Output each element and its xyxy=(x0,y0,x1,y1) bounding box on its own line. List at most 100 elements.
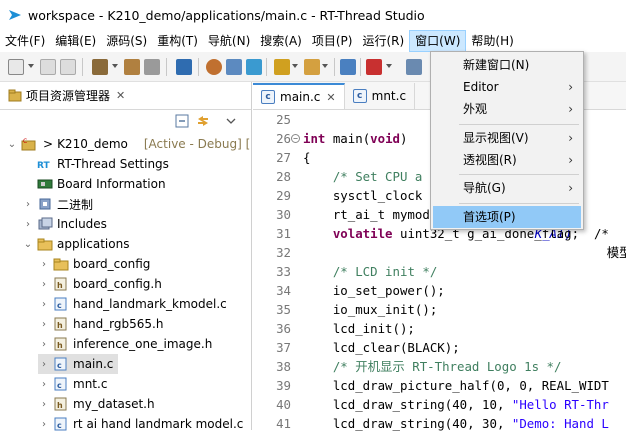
tree-item-board-config-h[interactable]: › h board_config.h xyxy=(38,274,162,294)
chevron-down-icon[interactable]: ⌄ xyxy=(22,239,34,250)
link-with-editor-icon[interactable] xyxy=(196,114,210,128)
code-line: lcd_clear(BLACK); xyxy=(303,340,460,355)
tree-item-board-information[interactable]: Board Information xyxy=(22,174,166,194)
chevron-right-icon[interactable]: › xyxy=(38,379,50,390)
chevron-right-icon[interactable]: › xyxy=(38,279,50,290)
new-file-icon[interactable] xyxy=(8,59,24,75)
chevron-right-icon[interactable]: › xyxy=(38,259,50,270)
code-line: lcd_draw_string(40, 10, "Hello RT-Thr xyxy=(303,397,609,412)
code-line: lcd_draw_picture_half(0, 0, REAL_WIDT xyxy=(303,378,609,393)
tree-item-my-dataset-h[interactable]: › h my_dataset.h xyxy=(38,394,155,414)
tab-project-explorer[interactable]: 项目资源管理器 ✕ xyxy=(4,84,129,108)
menu-item-preferences[interactable]: 首选项(P) xyxy=(433,206,581,228)
tab-mnt-c[interactable]: c mnt.c xyxy=(345,83,416,109)
menu-item-navigation[interactable]: 导航(G) › xyxy=(433,177,581,199)
chevron-right-icon[interactable]: › xyxy=(38,359,50,370)
tree-item-rt-thread-settings[interactable]: RT RT-Thread Settings xyxy=(22,154,169,174)
tree-label: mnt.c xyxy=(73,377,108,391)
tree-item-rt-ai-hand-landmark-model-c[interactable]: › c rt ai hand landmark model.c xyxy=(38,414,243,434)
save-all-icon[interactable] xyxy=(60,59,76,75)
code-line: sysctl_clock xyxy=(303,188,423,203)
line-number: 29 xyxy=(276,188,291,203)
clean-icon[interactable] xyxy=(144,59,160,75)
build-hammer-icon[interactable] xyxy=(92,59,108,75)
folder-icon xyxy=(37,238,53,251)
menu-source[interactable]: 源码(S) xyxy=(101,30,152,52)
flash-dropdown-arrow[interactable] xyxy=(386,64,392,68)
chevron-right-icon[interactable]: › xyxy=(22,219,34,230)
run-config-icon[interactable] xyxy=(304,59,320,75)
menu-item-editor[interactable]: Editor › xyxy=(433,76,581,98)
tree-item-binaries[interactable]: › 二进制 xyxy=(22,194,93,214)
menu-item-new-window[interactable]: 新建窗口(N) xyxy=(433,54,581,76)
tree-label: applications xyxy=(57,237,130,251)
chevron-right-icon[interactable]: › xyxy=(38,319,50,330)
tree-label: board_config xyxy=(73,257,151,271)
rebuild-icon[interactable] xyxy=(124,59,140,75)
tree-item-inference-one-image-h[interactable]: › h inference_one_image.h xyxy=(38,334,212,354)
tree-item-mnt-c[interactable]: › c mnt.c xyxy=(38,374,107,394)
open-folder-icon[interactable] xyxy=(274,59,290,75)
code-line: int main(void) xyxy=(303,131,408,146)
menu-file[interactable]: 文件(F) xyxy=(0,30,50,52)
open-dropdown-arrow[interactable] xyxy=(292,64,298,68)
menu-refactor[interactable]: 重构(T) xyxy=(152,30,203,52)
chevron-right-icon[interactable]: › xyxy=(38,419,50,430)
menu-item-appearance[interactable]: 外观 › xyxy=(433,98,581,120)
tree-label: Includes xyxy=(57,217,107,231)
monitor-icon[interactable] xyxy=(406,59,422,75)
menu-edit[interactable]: 编辑(E) xyxy=(50,30,101,52)
code-line: lcd_init(); xyxy=(303,321,415,336)
collapse-all-icon[interactable] xyxy=(175,114,189,128)
tree-item-hand-rgb565-h[interactable]: › h hand_rgb565.h xyxy=(38,314,163,334)
line-number: 32 xyxy=(276,245,291,260)
chevron-right-icon[interactable]: › xyxy=(38,339,50,350)
svg-text:c: c xyxy=(57,301,62,310)
chevron-right-icon: › xyxy=(568,181,573,195)
menu-window[interactable]: 窗口(W) xyxy=(409,30,467,52)
rt-thread-logo-icon xyxy=(9,10,21,20)
line-number: 28 xyxy=(276,169,291,184)
code-line: rt_ai_t mymod xyxy=(303,207,430,222)
view-menu-chevron-down-icon[interactable] xyxy=(226,118,236,124)
sdk-manager-icon[interactable] xyxy=(246,59,262,75)
debug-bug-icon[interactable] xyxy=(206,59,222,75)
tree-label: RT-Thread Settings xyxy=(57,157,169,171)
new-dropdown-arrow[interactable] xyxy=(28,64,34,68)
tab-main-c[interactable]: c main.c ✕ xyxy=(253,83,345,109)
fold-collapse-icon[interactable]: − xyxy=(291,134,300,143)
menu-project[interactable]: 项目(P) xyxy=(307,30,358,52)
package-icon[interactable] xyxy=(340,59,356,75)
c-file-icon: c xyxy=(54,357,67,371)
chevron-right-icon[interactable]: › xyxy=(38,299,50,310)
menu-help[interactable]: 帮助(H) xyxy=(466,30,518,52)
menu-search[interactable]: 搜索(A) xyxy=(255,30,307,52)
tree-item-k210-demo[interactable]: ⌄ C > K210_demo [Active - Debug] [ xyxy=(6,134,250,154)
close-icon[interactable]: ✕ xyxy=(116,89,125,102)
menu-navigate[interactable]: 导航(N) xyxy=(203,30,255,52)
svg-text:c: c xyxy=(57,381,62,390)
menu-item-perspective[interactable]: 透视图(R) › xyxy=(433,149,581,171)
chevron-right-icon[interactable]: › xyxy=(22,199,34,210)
line-number: 30 xyxy=(276,207,291,222)
chevron-right-icon[interactable]: › xyxy=(38,399,50,410)
close-icon[interactable]: ✕ xyxy=(326,91,335,104)
run-dropdown-arrow[interactable] xyxy=(322,64,328,68)
terminal-icon[interactable] xyxy=(176,59,192,75)
tree-item-hand-landmark-kmodel-c[interactable]: › c hand_landmark_kmodel.c xyxy=(38,294,227,314)
tree-item-main-c[interactable]: › c main.c xyxy=(38,354,118,374)
menu-run[interactable]: 运行(R) xyxy=(357,30,409,52)
line-number: 35 xyxy=(276,302,291,317)
tree-item-includes[interactable]: › Includes xyxy=(22,214,107,234)
menu-item-show-view[interactable]: 显示视图(V) › xyxy=(433,127,581,149)
code-line: io_set_power(); xyxy=(303,283,445,298)
c-file-icon: c xyxy=(54,297,67,311)
download-icon[interactable] xyxy=(226,59,242,75)
tree-item-applications[interactable]: ⌄ applications xyxy=(22,234,130,254)
tree-item-board-config[interactable]: › board_config xyxy=(38,254,150,274)
save-icon[interactable] xyxy=(40,59,56,75)
flash-download-icon[interactable] xyxy=(366,59,382,75)
svg-text:h: h xyxy=(57,341,63,350)
chevron-down-icon[interactable]: ⌄ xyxy=(6,139,18,150)
build-dropdown-arrow[interactable] xyxy=(112,64,118,68)
